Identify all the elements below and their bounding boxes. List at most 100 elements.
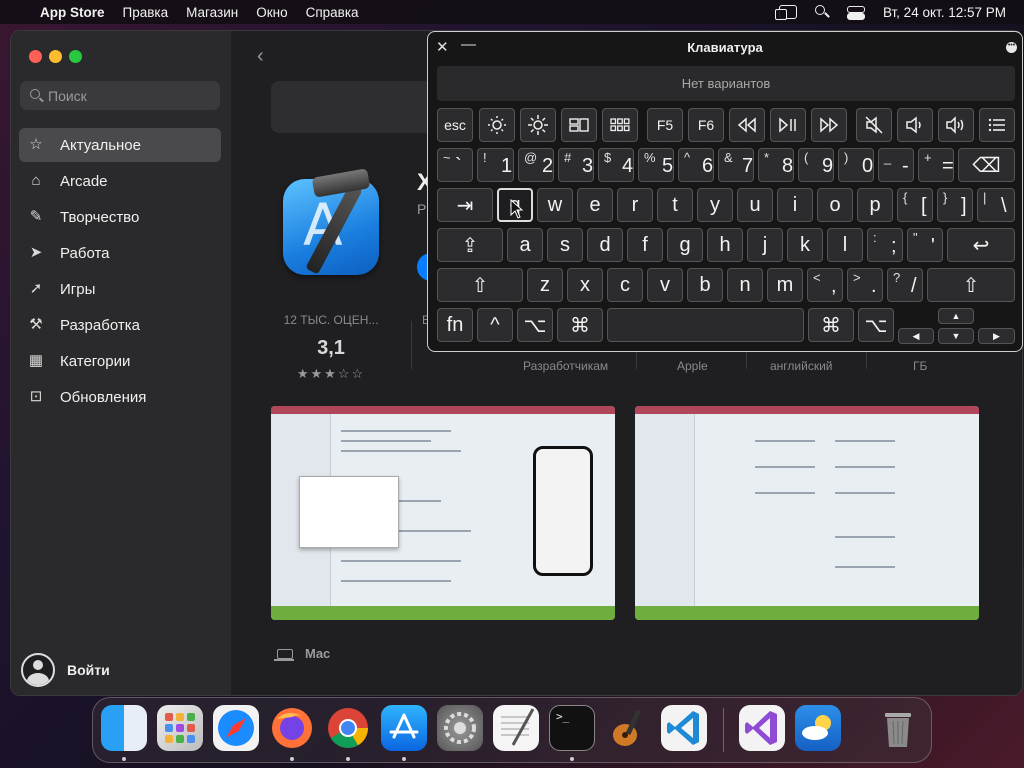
sidebar-item-updates[interactable]: ⊡ Обновления (19, 380, 221, 414)
key-r[interactable]: r (617, 188, 653, 222)
key-right-shift-icon[interactable]: ⇧ (927, 268, 1015, 302)
key-b[interactable]: b (687, 268, 723, 302)
dock-finder-icon[interactable] (101, 705, 147, 751)
key-volume-up-icon[interactable] (938, 108, 974, 142)
key-m[interactable]: m (767, 268, 803, 302)
key-e[interactable]: e (577, 188, 613, 222)
key-up-arrow-icon[interactable]: ▲ (938, 308, 974, 324)
key-y[interactable]: y (697, 188, 733, 222)
dock-vscode-icon[interactable] (661, 705, 707, 751)
dock-trash-icon[interactable] (875, 705, 921, 751)
key-k[interactable]: k (787, 228, 823, 262)
key-u[interactable]: u (737, 188, 773, 222)
key-play-pause-icon[interactable] (770, 108, 806, 142)
sidebar-item-develop[interactable]: ⚒ Разработка (19, 308, 221, 342)
sidebar-item-work[interactable]: ➤ Работа (19, 236, 221, 270)
key-j[interactable]: j (747, 228, 783, 262)
dock-visual-studio-icon[interactable] (739, 705, 785, 751)
key-launchpad-icon[interactable] (602, 108, 638, 142)
menu-window[interactable]: Окно (256, 5, 287, 20)
dock-chrome-icon[interactable] (325, 705, 371, 751)
key-3[interactable]: #3 (558, 148, 594, 182)
menu-store[interactable]: Магазин (186, 5, 238, 20)
key-5[interactable]: % 5 (638, 148, 674, 182)
key-quote[interactable]: " ' (907, 228, 943, 262)
key-f5[interactable]: F5 (647, 108, 683, 142)
window-minimize-button[interactable] (49, 50, 62, 63)
key-left-command-icon[interactable]: ⌘ (557, 308, 603, 342)
key-v[interactable]: v (647, 268, 683, 302)
key-right-bracket[interactable]: }] (937, 188, 973, 222)
key-f[interactable]: f (627, 228, 663, 262)
key-right-arrow-icon[interactable]: ▶ (978, 328, 1015, 344)
key-space[interactable] (607, 308, 804, 342)
dock-weather-icon[interactable] (795, 705, 841, 751)
key-caps-lock-icon[interactable]: ⇪ (437, 228, 503, 262)
dock-firefox-icon[interactable] (269, 705, 315, 751)
key-t[interactable]: t (657, 188, 693, 222)
key-rewind-icon[interactable] (729, 108, 765, 142)
key-left-bracket[interactable]: {[ (897, 188, 933, 222)
more-options-icon[interactable]: ••• (1006, 42, 1017, 53)
key-return-icon[interactable]: ↩ (947, 228, 1015, 262)
key-l[interactable]: l (827, 228, 863, 262)
key-f6[interactable]: F6 (688, 108, 724, 142)
sidebar-item-discover[interactable]: ☆ Актуальное (19, 128, 221, 162)
key-fn[interactable]: fn (437, 308, 473, 342)
key-period[interactable]: >. (847, 268, 883, 302)
key-n[interactable]: n (727, 268, 763, 302)
key-mission-control-icon[interactable] (561, 108, 597, 142)
key-z[interactable]: z (527, 268, 563, 302)
key-9[interactable]: (9 (798, 148, 834, 182)
dock-launchpad-icon[interactable] (157, 705, 203, 751)
screenshot-1[interactable] (271, 406, 615, 620)
key-brightness-up-icon[interactable] (520, 108, 556, 142)
menu-help[interactable]: Справка (306, 5, 359, 20)
dock-garageband-icon[interactable] (605, 705, 651, 751)
key-brightness-down-icon[interactable] (479, 108, 515, 142)
key-a[interactable]: a (507, 228, 543, 262)
key-left-arrow-icon[interactable]: ◀ (898, 328, 934, 344)
dock-terminal-icon[interactable]: >_ (549, 705, 595, 751)
screenshot-2[interactable] (635, 406, 979, 620)
control-center-icon[interactable] (846, 5, 865, 20)
key-p[interactable]: p (857, 188, 893, 222)
menu-app-name[interactable]: App Store (40, 5, 105, 20)
spotlight-search-icon[interactable] (814, 5, 829, 19)
key-h[interactable]: h (707, 228, 743, 262)
key-right-option-icon[interactable]: ⌥ (858, 308, 894, 342)
key-4[interactable]: $4 (598, 148, 634, 182)
key-tab-icon[interactable]: ⇥ (437, 188, 493, 222)
sidebar-item-categories[interactable]: ▦ Категории (19, 344, 221, 378)
key-x[interactable]: x (567, 268, 603, 302)
back-chevron-icon[interactable]: ‹ (257, 45, 264, 68)
window-zoom-button[interactable] (69, 50, 82, 63)
key-esc[interactable]: esc (437, 108, 473, 142)
key-fast-forward-icon[interactable] (811, 108, 847, 142)
key-c[interactable]: c (607, 268, 643, 302)
sidebar-item-arcade[interactable]: ⌂ Arcade (19, 164, 221, 198)
key-6[interactable]: ^ 6 (678, 148, 714, 182)
key-backtick[interactable]: ~ ` (437, 148, 473, 182)
key-s[interactable]: s (547, 228, 583, 262)
key-backslash[interactable]: | \ (977, 188, 1015, 222)
sign-in-button[interactable]: Войти (21, 653, 110, 687)
key-o[interactable]: o (817, 188, 853, 222)
key-1[interactable]: ! 1 (477, 148, 514, 182)
key-slash[interactable]: ? / (887, 268, 923, 302)
key-0[interactable]: ) 0 (838, 148, 874, 182)
key-minus[interactable]: _ - (878, 148, 914, 182)
key-mute-icon[interactable] (856, 108, 892, 142)
stage-manager-icon[interactable] (774, 5, 797, 20)
key-w[interactable]: w (537, 188, 573, 222)
key-i[interactable]: i (777, 188, 813, 222)
key-volume-down-icon[interactable] (897, 108, 933, 142)
key-left-option-icon[interactable]: ⌥ (517, 308, 553, 342)
sidebar-item-create[interactable]: ✎ Творчество (19, 200, 221, 234)
dock-textedit-icon[interactable] (493, 705, 539, 751)
key-backspace-icon[interactable]: ⌫ (958, 148, 1015, 182)
key-right-command-icon[interactable]: ⌘ (808, 308, 854, 342)
key-menu-icon[interactable] (979, 108, 1015, 142)
key-d[interactable]: d (587, 228, 623, 262)
key-semicolon[interactable]: :; (867, 228, 903, 262)
